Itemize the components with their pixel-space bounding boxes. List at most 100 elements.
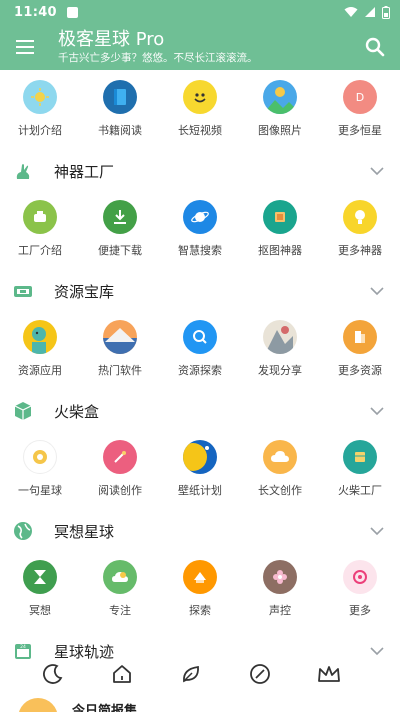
section-item[interactable]: 发现分享 bbox=[240, 310, 320, 392]
section-item-label: 声控 bbox=[269, 604, 291, 617]
search-button[interactable] bbox=[350, 24, 400, 70]
more-pink-icon bbox=[343, 560, 377, 594]
hamburger-menu-icon bbox=[16, 40, 34, 54]
section-item-row: 一句星球 阅读创作 壁纸计划 长文创作 火柴工厂 bbox=[0, 430, 400, 512]
app-title: 极客星球 Pro bbox=[58, 29, 165, 50]
top-item-label: 书籍阅读 bbox=[98, 124, 142, 137]
section-item-label: 探索 bbox=[189, 604, 211, 617]
rabbit-icon bbox=[12, 160, 34, 182]
box-icon bbox=[12, 400, 34, 422]
top-item[interactable]: 长短视频 bbox=[160, 70, 240, 152]
download-icon bbox=[103, 200, 137, 234]
lightbulb-icon bbox=[343, 200, 377, 234]
picture-icon bbox=[263, 80, 297, 114]
battery-icon bbox=[382, 5, 390, 19]
home-icon bbox=[112, 665, 131, 683]
section-item[interactable]: 阅读创作 bbox=[80, 430, 160, 512]
top-item[interactable]: D 更多恒星 bbox=[320, 70, 400, 152]
section-item-label: 更多 bbox=[349, 604, 371, 617]
section-header-huochai[interactable]: 火柴盒 bbox=[0, 392, 400, 430]
section-item-label: 冥想 bbox=[29, 604, 51, 617]
notification-icon bbox=[66, 6, 78, 18]
section-title: 火柴盒 bbox=[54, 402, 100, 421]
top-item-label: 图像照片 bbox=[258, 124, 302, 137]
section-item[interactable]: 抠图神器 bbox=[240, 190, 320, 272]
section-item[interactable]: 热门软件 bbox=[80, 310, 160, 392]
peek-row: 今日简报集 bbox=[0, 694, 400, 712]
wifi-icon bbox=[344, 7, 358, 17]
smiley-icon bbox=[183, 80, 217, 114]
crown-icon bbox=[318, 666, 341, 682]
hourglass-icon bbox=[23, 560, 57, 594]
section-item[interactable]: 资源应用 bbox=[0, 310, 80, 392]
factory-intro-icon bbox=[23, 200, 57, 234]
section-item-label: 今日简报集 bbox=[72, 704, 138, 712]
section-item[interactable]: 专注 bbox=[80, 550, 160, 632]
nav-moon[interactable] bbox=[38, 659, 68, 689]
briefing-icon bbox=[18, 698, 58, 712]
section-item[interactable]: 声控 bbox=[240, 550, 320, 632]
cutout-icon bbox=[263, 200, 297, 234]
book-icon bbox=[103, 80, 137, 114]
menu-button[interactable] bbox=[0, 24, 50, 70]
nav-compass[interactable] bbox=[245, 659, 275, 689]
planet-icon bbox=[183, 200, 217, 234]
section-item-label: 发现分享 bbox=[258, 364, 302, 377]
section-item[interactable]: 便捷下载 bbox=[80, 190, 160, 272]
chevron-down-icon[interactable] bbox=[370, 404, 384, 418]
top-item[interactable]: 书籍阅读 bbox=[80, 70, 160, 152]
top-item[interactable]: 计划介绍 bbox=[0, 70, 80, 152]
top-item[interactable]: 图像照片 bbox=[240, 70, 320, 152]
top-item-row: 计划介绍 书籍阅读 长短视频 图像照片 D 更多恒星 bbox=[0, 70, 400, 152]
section-item[interactable]: 更多神器 bbox=[320, 190, 400, 272]
section-item-label: 一句星球 bbox=[18, 484, 62, 497]
sun-icon bbox=[23, 80, 57, 114]
nav-leaf[interactable] bbox=[176, 659, 206, 689]
section-item[interactable]: 一句星球 bbox=[0, 430, 80, 512]
chevron-down-icon[interactable] bbox=[370, 164, 384, 178]
section-item[interactable]: 冥想 bbox=[0, 550, 80, 632]
explore-orange-icon bbox=[183, 560, 217, 594]
section-item[interactable]: 资源探索 bbox=[160, 310, 240, 392]
svg-text:D: D bbox=[356, 91, 364, 104]
section-item[interactable]: 工厂介绍 bbox=[0, 190, 80, 272]
app-avatar-icon bbox=[23, 320, 57, 354]
app-subtitle: 千古兴亡多少事？悠悠。不尽长江滚滚流。 bbox=[58, 52, 258, 64]
section-item-label: 更多神器 bbox=[338, 244, 382, 257]
section-item[interactable]: 智慧搜索 bbox=[160, 190, 240, 272]
section-item-label: 火柴工厂 bbox=[338, 484, 382, 497]
top-item-label: 计划介绍 bbox=[18, 124, 62, 137]
chevron-down-icon[interactable] bbox=[370, 284, 384, 298]
status-bar: 11:40 bbox=[0, 0, 400, 24]
app-bar: 极客星球 Pro 千古兴亡多少事？悠悠。不尽长江滚滚流。 bbox=[0, 24, 400, 70]
section-item-label: 便捷下载 bbox=[98, 244, 142, 257]
section-item-label: 专注 bbox=[109, 604, 131, 617]
treasure-icon bbox=[12, 280, 34, 302]
main-content[interactable]: 计划介绍 书籍阅读 长短视频 图像照片 D 更多恒星 神器工厂 工厂介绍 便捷下… bbox=[0, 70, 400, 712]
cloud-icon bbox=[263, 440, 297, 474]
section-item[interactable]: 更多 bbox=[320, 550, 400, 632]
bottom-navigation bbox=[18, 656, 364, 692]
more-stars-icon: D bbox=[343, 80, 377, 114]
section-item-row: 资源应用 热门软件 资源探索 发现分享 更多资源 bbox=[0, 310, 400, 392]
section-item[interactable]: 探索 bbox=[160, 550, 240, 632]
chevron-down-icon[interactable] bbox=[370, 644, 384, 658]
nav-crown[interactable] bbox=[314, 659, 344, 689]
section-item[interactable]: 火柴工厂 bbox=[320, 430, 400, 512]
section-item[interactable]: 更多资源 bbox=[320, 310, 400, 392]
share-illustration-icon bbox=[263, 320, 297, 354]
section-header-ziyuan[interactable]: 资源宝库 bbox=[0, 272, 400, 310]
title-block: 极客星球 Pro 千古兴亡多少事？悠悠。不尽长江滚滚流。 bbox=[50, 29, 350, 65]
top-item-label: 长短视频 bbox=[178, 124, 222, 137]
wallpaper-icon bbox=[183, 440, 217, 474]
chevron-down-icon[interactable] bbox=[370, 524, 384, 538]
explore-icon bbox=[183, 320, 217, 354]
sentence-icon bbox=[23, 440, 57, 474]
section-item[interactable]: 壁纸计划 bbox=[160, 430, 240, 512]
mountain-icon bbox=[103, 320, 137, 354]
section-item[interactable]: 长文创作 bbox=[240, 430, 320, 512]
section-item-label: 智慧搜索 bbox=[178, 244, 222, 257]
section-header-shenqi[interactable]: 神器工厂 bbox=[0, 152, 400, 190]
nav-home[interactable] bbox=[107, 659, 137, 689]
section-header-mingxiang[interactable]: 冥想星球 bbox=[0, 512, 400, 550]
